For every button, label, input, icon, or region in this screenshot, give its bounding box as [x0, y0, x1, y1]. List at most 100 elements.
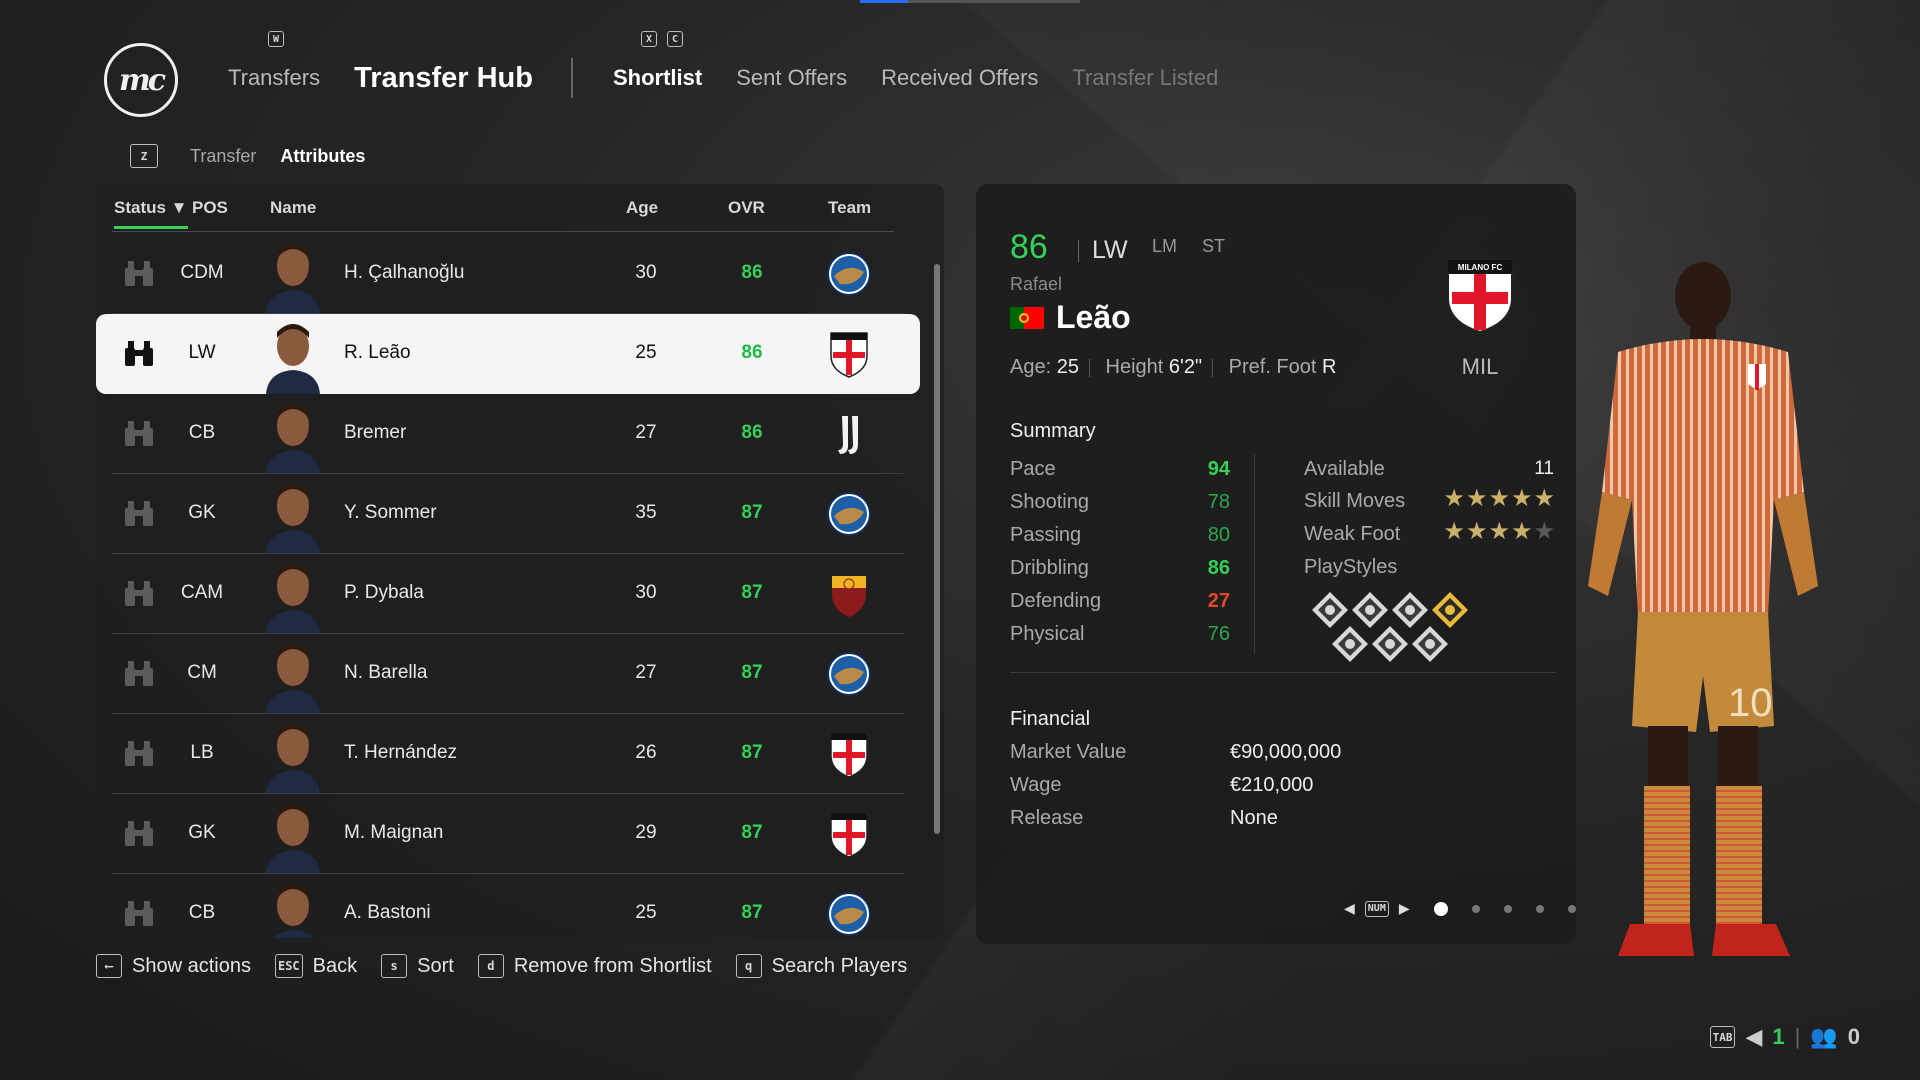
binoculars-icon[interactable] [122, 578, 156, 608]
player-age-cell: 30 [635, 262, 657, 283]
table-row[interactable]: GK Y. Sommer 35 87 [96, 474, 920, 554]
star-icon: ★ [1465, 518, 1489, 545]
page-dot[interactable] [1471, 904, 1480, 913]
binoculars-icon[interactable] [122, 418, 156, 448]
back-label: Back [312, 954, 358, 977]
player-avatar [262, 636, 324, 714]
player-model-image: 10 [1588, 262, 1818, 956]
attribute-value: 94 [1207, 458, 1230, 480]
tab-received-offers[interactable]: Received Offers [881, 65, 1038, 91]
sort-button[interactable]: s Sort [381, 954, 454, 978]
column-status[interactable]: Status ▼ [114, 198, 188, 229]
player-position-cell: CB [188, 422, 216, 443]
attribute-row: Passing 80 [1010, 524, 1230, 547]
detail-pager[interactable]: ◀ NUM ▶ [1344, 900, 1576, 917]
page-dot[interactable] [1535, 904, 1544, 913]
binoculars-icon[interactable] [122, 898, 156, 928]
wage-value: €210,000 [1230, 774, 1314, 796]
nav-transfer-hub[interactable]: Transfer Hub [354, 62, 533, 95]
key-hint-x: X [641, 31, 657, 47]
nav-transfers[interactable]: Transfers [228, 65, 320, 91]
users-icon: 👥 [1810, 1024, 1838, 1049]
attribute-label: Shooting [1010, 491, 1089, 513]
top-progress-indicator [860, 0, 1080, 3]
binoculars-icon[interactable] [122, 258, 156, 288]
table-row[interactable]: LW R. Leão 25 86 [96, 314, 920, 394]
skill-moves-label: Skill Moves [1304, 490, 1406, 512]
remove-from-shortlist-button[interactable]: d Remove from Shortlist [477, 954, 712, 978]
pager-left-icon[interactable]: ◀ [1344, 900, 1355, 917]
inter-crest-icon [826, 250, 872, 298]
playstyle-icon[interactable] [1370, 624, 1410, 664]
subtab-attributes[interactable]: Attributes [280, 146, 365, 167]
available-value: 11 [1534, 458, 1554, 479]
player-ovr-cell: 87 [741, 742, 763, 763]
table-row[interactable]: CM N. Barella 27 87 [96, 634, 920, 714]
page-dot[interactable] [1433, 901, 1448, 916]
foot-label: Pref. Foot [1228, 356, 1317, 378]
release-label: Release [1010, 807, 1084, 829]
column-ovr[interactable]: OVR [728, 198, 765, 218]
binoculars-icon[interactable] [122, 738, 156, 768]
playstyle-icon[interactable] [1410, 624, 1450, 664]
count-b: 0 [1847, 1024, 1860, 1049]
action-bar: ⟵ Show actions ESC Back s Sort d Remove … [96, 954, 931, 978]
svg-text:MILANO FC: MILANO FC [1458, 263, 1503, 272]
count-a: 1 [1772, 1024, 1785, 1049]
player-name-cell: N. Barella [344, 662, 428, 683]
top-navigation: Transfers Transfer Hub Shortlist Sent Of… [228, 58, 1252, 98]
binoculars-icon[interactable] [122, 818, 156, 848]
column-name[interactable]: Name [270, 198, 316, 218]
player-position-cell: CAM [180, 582, 224, 603]
available-label: Available [1304, 458, 1385, 480]
player-name-cell: Y. Sommer [344, 502, 437, 523]
attribute-value: 80 [1207, 524, 1230, 546]
show-actions-label: Show actions [132, 954, 251, 977]
player-detail-panel: 86 LW LM ST Rafael Leão Age: 25 Height 6… [976, 184, 1576, 944]
star-icon: ★ [1443, 485, 1466, 512]
star-icon: ★ [1465, 485, 1489, 512]
player-avatar [262, 396, 324, 474]
player-avatar [262, 476, 324, 554]
attribute-value: 27 [1207, 590, 1230, 612]
player-avatar [262, 316, 324, 394]
show-actions-button[interactable]: ⟵ Show actions [96, 954, 251, 978]
player-position-cell: CDM [180, 262, 224, 283]
table-row[interactable]: GK M. Maignan 29 87 [96, 794, 920, 874]
table-row[interactable]: LB T. Hernández 26 87 [96, 714, 920, 794]
ovr-separator [1078, 240, 1079, 262]
page-dot[interactable] [1567, 904, 1576, 913]
table-row[interactable]: CAM P. Dybala 30 87 [96, 554, 920, 634]
star-icon: ★ [1510, 485, 1534, 512]
star-icon: ★ [1443, 518, 1466, 545]
search-players-button[interactable]: q Search Players [735, 954, 908, 978]
column-age[interactable]: Age [626, 198, 658, 218]
binoculars-icon[interactable] [122, 658, 156, 688]
player-age-cell: 25 [635, 342, 657, 363]
header-divider [112, 231, 894, 232]
pager-right-icon[interactable]: ▶ [1399, 900, 1410, 917]
back-button[interactable]: ESC Back [274, 954, 358, 978]
skill-moves-stars: ★★★★★ [1443, 484, 1556, 513]
table-row[interactable]: CB Bremer 27 86 [96, 394, 920, 474]
esc-key-icon: ESC [274, 954, 303, 978]
remove-from-shortlist-label: Remove from Shortlist [513, 954, 712, 977]
search-players-label: Search Players [771, 954, 908, 977]
star-icon: ★ [1488, 485, 1511, 512]
column-pos[interactable]: POS [192, 198, 228, 218]
tab-shortlist[interactable]: Shortlist [613, 65, 702, 91]
table-row[interactable]: CB A. Bastoni 25 87 [96, 874, 920, 938]
playstyle-icon[interactable] [1330, 624, 1370, 664]
binoculars-icon[interactable] [122, 498, 156, 528]
column-team[interactable]: Team [828, 198, 871, 218]
binoculars-icon[interactable] [122, 338, 156, 368]
subtab-transfer[interactable]: Transfer [190, 146, 256, 167]
list-scrollbar[interactable] [934, 264, 940, 834]
club-abbreviation: MIL [1461, 354, 1499, 379]
playstyles-label: PlayStyles [1304, 556, 1398, 578]
tab-transfer-listed[interactable]: Transfer Listed [1072, 65, 1218, 91]
table-row[interactable]: CDM H. Çalhanoğlu 30 86 [96, 234, 920, 314]
page-dot[interactable] [1503, 904, 1512, 913]
height-value: 6'2" [1168, 356, 1203, 378]
tab-sent-offers[interactable]: Sent Offers [736, 65, 847, 91]
